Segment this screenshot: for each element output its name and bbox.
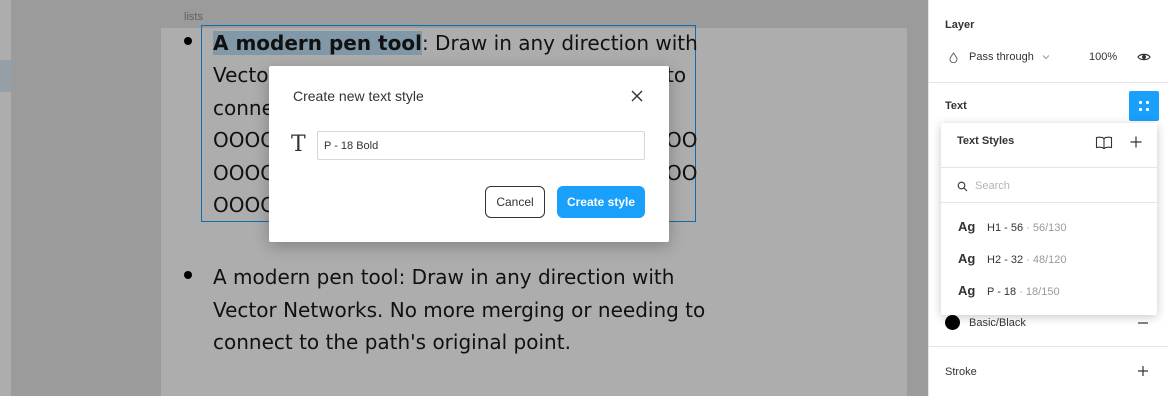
minus-icon[interactable] bbox=[1137, 317, 1149, 329]
style-grid-button[interactable] bbox=[1129, 91, 1159, 121]
chevron-down-icon[interactable] bbox=[1042, 54, 1050, 60]
grid-dots-icon bbox=[1138, 100, 1150, 112]
text-styles-title: Text Styles bbox=[957, 135, 1015, 147]
text-type-icon: T bbox=[291, 132, 306, 157]
text-style-item[interactable]: Ag P - 18 · 18/150 bbox=[941, 275, 1157, 307]
style-metrics: · 48/120 bbox=[1023, 254, 1067, 266]
style-preview: Ag bbox=[958, 219, 976, 234]
style-name-label: H1 - 56 bbox=[987, 222, 1024, 234]
style-name: P - 18 · 18/150 bbox=[987, 286, 1060, 298]
create-text-style-dialog: Create new text style T Cancel Create st… bbox=[269, 66, 669, 242]
style-name-label: P - 18 bbox=[987, 286, 1017, 298]
style-name-input[interactable] bbox=[317, 131, 645, 160]
stroke-section-title: Stroke bbox=[945, 366, 977, 378]
style-metrics: · 18/150 bbox=[1016, 286, 1060, 298]
eye-icon[interactable] bbox=[1137, 52, 1151, 62]
dialog-title: Create new text style bbox=[293, 88, 424, 104]
divider bbox=[929, 82, 1168, 83]
style-name-label: H2 - 32 bbox=[987, 254, 1024, 266]
add-style-icon[interactable] bbox=[1130, 136, 1142, 148]
style-metrics: · 56/130 bbox=[1023, 222, 1067, 234]
text-styles-search bbox=[941, 167, 1157, 203]
style-preview: Ag bbox=[958, 251, 976, 266]
text-style-item[interactable]: Ag H2 - 32 · 48/120 bbox=[941, 243, 1157, 275]
fill-style-name[interactable]: Basic/Black bbox=[969, 317, 1026, 329]
text-styles-dropdown: Text Styles Ag H1 - 56 · 56/130 Ag H2 - … bbox=[941, 123, 1157, 315]
create-style-button[interactable]: Create style bbox=[557, 186, 645, 218]
style-name: H1 - 56 · 56/130 bbox=[987, 222, 1067, 234]
search-icon bbox=[957, 181, 968, 192]
add-stroke-icon[interactable] bbox=[1137, 365, 1149, 377]
library-book-icon[interactable] bbox=[1095, 136, 1113, 149]
text-style-item[interactable]: Ag H1 - 56 · 56/130 bbox=[941, 211, 1157, 243]
close-icon[interactable] bbox=[629, 88, 645, 104]
cancel-button[interactable]: Cancel bbox=[485, 186, 545, 218]
text-section-title: Text bbox=[945, 100, 967, 112]
divider bbox=[929, 346, 1168, 347]
layer-opacity[interactable]: 100% bbox=[1089, 51, 1117, 63]
fill-color-swatch[interactable] bbox=[945, 315, 960, 330]
style-preview: Ag bbox=[958, 283, 976, 298]
blend-mode-select[interactable]: Pass through bbox=[969, 51, 1034, 63]
layer-section-title: Layer bbox=[945, 19, 975, 31]
style-name: H2 - 32 · 48/120 bbox=[987, 254, 1067, 266]
blend-mode-icon bbox=[949, 52, 958, 63]
search-input[interactable] bbox=[975, 177, 1145, 195]
